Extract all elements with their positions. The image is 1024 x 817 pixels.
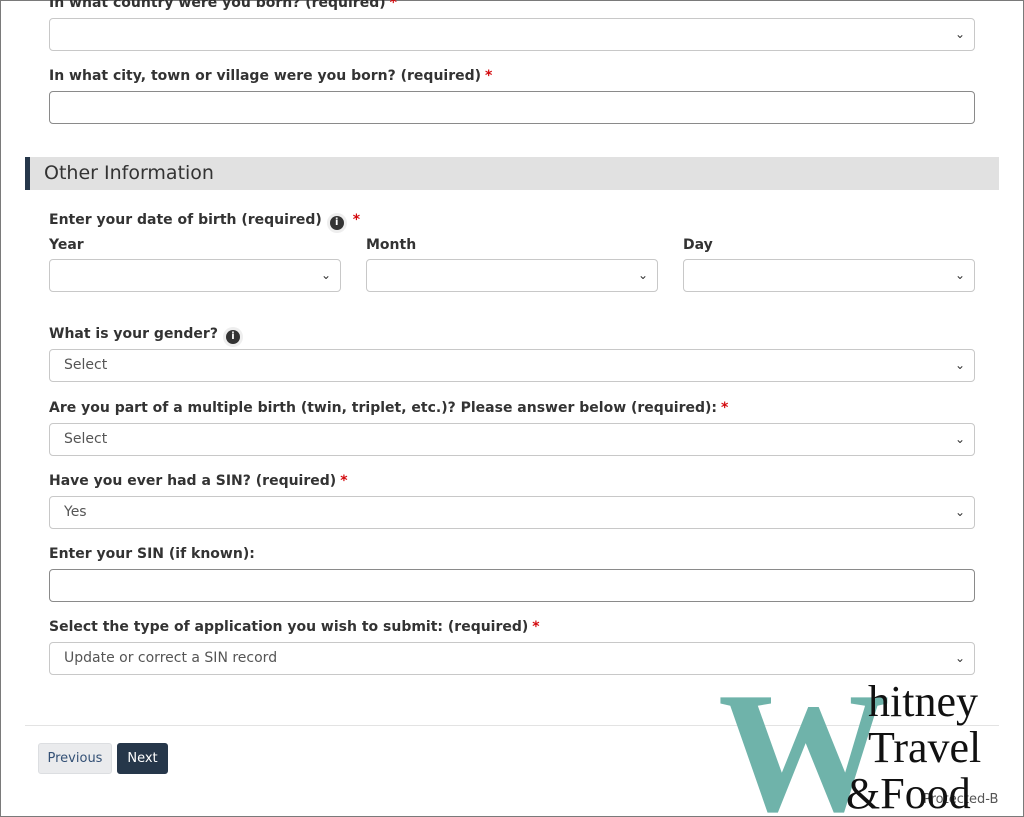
country-question: In what country were you born? (required… bbox=[49, 0, 397, 11]
day-select[interactable]: ⌄ bbox=[683, 259, 975, 292]
section-header: Other Information bbox=[25, 157, 999, 190]
multiple-birth-question: Are you part of a multiple birth (twin, … bbox=[49, 400, 729, 416]
chevron-down-icon: ⌄ bbox=[320, 268, 331, 282]
required-mark: * bbox=[389, 0, 397, 11]
month-label: Month bbox=[366, 237, 417, 253]
dob-question: Enter your date of birth (required) i * bbox=[49, 212, 361, 230]
app-type-question: Select the type of application you wish … bbox=[49, 619, 540, 635]
section-title: Other Information bbox=[44, 162, 214, 184]
required-mark: * bbox=[485, 68, 493, 84]
required-mark: * bbox=[340, 473, 348, 489]
chevron-down-icon: ⌄ bbox=[954, 432, 965, 446]
year-select[interactable]: ⌄ bbox=[49, 259, 341, 292]
chevron-down-icon: ⌄ bbox=[637, 268, 648, 282]
multiple-birth-select-value: Select bbox=[64, 431, 108, 447]
chevron-down-icon: ⌄ bbox=[954, 358, 965, 372]
gender-select-value: Select bbox=[64, 357, 108, 373]
sin-question: Enter your SIN (if known): bbox=[49, 546, 255, 562]
sin-input[interactable] bbox=[49, 569, 975, 602]
required-mark: * bbox=[532, 619, 540, 635]
city-input[interactable] bbox=[49, 91, 975, 124]
gender-select[interactable]: Select ⌄ bbox=[49, 349, 975, 382]
country-select[interactable]: ⌄ bbox=[49, 18, 975, 51]
next-button[interactable]: Next bbox=[117, 743, 168, 774]
had-sin-select[interactable]: Yes ⌄ bbox=[49, 496, 975, 529]
day-label: Day bbox=[683, 237, 713, 253]
info-icon[interactable]: i bbox=[225, 330, 240, 344]
chevron-down-icon: ⌄ bbox=[954, 27, 965, 41]
previous-button[interactable]: Previous bbox=[38, 743, 112, 774]
watermark-line3: &Food bbox=[846, 769, 971, 815]
year-label: Year bbox=[49, 237, 84, 253]
info-icon[interactable]: i bbox=[329, 216, 344, 230]
gender-question: What is your gender? i bbox=[49, 326, 240, 344]
watermark-line2: Travel bbox=[868, 723, 981, 772]
had-sin-select-value: Yes bbox=[64, 504, 87, 520]
watermark-line1: hitney bbox=[868, 677, 978, 726]
had-sin-question: Have you ever had a SIN? (required) * bbox=[49, 473, 348, 489]
required-mark: * bbox=[352, 212, 361, 228]
month-select[interactable]: ⌄ bbox=[366, 259, 658, 292]
city-question: In what city, town or village were you b… bbox=[49, 68, 493, 84]
chevron-down-icon: ⌄ bbox=[954, 505, 965, 519]
chevron-down-icon: ⌄ bbox=[954, 268, 965, 282]
required-mark: * bbox=[721, 400, 729, 416]
app-type-select-value: Update or correct a SIN record bbox=[64, 650, 278, 666]
watermark-logo: W hitney Travel &Food bbox=[718, 670, 981, 815]
multiple-birth-select[interactable]: Select ⌄ bbox=[49, 423, 975, 456]
